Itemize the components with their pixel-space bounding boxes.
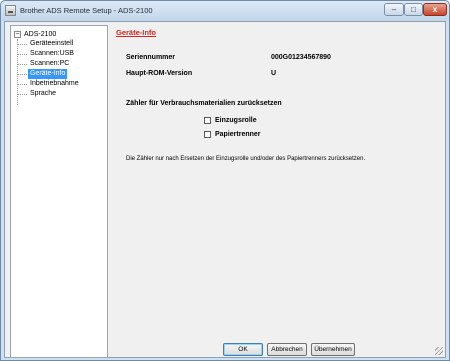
tree-item-sprache[interactable]: Sprache: [18, 89, 58, 99]
tree-item-label: Geräte-Info: [28, 69, 68, 79]
tree-item-geraete-info[interactable]: Geräte-Info: [18, 69, 68, 79]
tree-item-label: Inbetriebnahme: [30, 80, 79, 87]
ok-button[interactable]: OK: [223, 343, 263, 356]
resize-grip[interactable]: [435, 347, 443, 355]
reset-counter-title: Zähler für Verbrauchsmaterialien zurücks…: [126, 100, 282, 107]
tree-item-scannen-usb[interactable]: Scannen:USB: [18, 49, 76, 59]
pickup-roller-label: Einzugsrolle: [215, 117, 257, 124]
tree-root[interactable]: − ADS-2100: [14, 29, 56, 39]
title-bar[interactable]: Brother ADS Remote Setup - ADS-2100 – □ …: [1, 1, 449, 21]
pickup-roller-checkbox-row[interactable]: Einzugsrolle: [204, 117, 257, 124]
info-panel: Geräte-Info Seriennummer 000G01234567890…: [113, 22, 445, 340]
reset-note: Die Zähler nur nach Ersetzen der Einzugs…: [126, 156, 366, 162]
app-icon: [5, 5, 16, 16]
tree-item-label: Scannen:USB: [30, 50, 74, 57]
tree-item-inbetriebnahme[interactable]: Inbetriebnahme: [18, 79, 81, 89]
maximize-button[interactable]: □: [404, 3, 423, 16]
rom-version-label: Haupt-ROM-Version: [126, 70, 193, 77]
tree-item-geraeteeinstell[interactable]: Geräteeinstell: [18, 39, 75, 49]
collapse-icon[interactable]: −: [14, 30, 21, 38]
separation-pad-checkbox-row[interactable]: Papiertrenner: [204, 131, 261, 138]
tree-item-label: Geräteeinstell: [30, 40, 74, 47]
client-area: − ADS-2100 Geräteeinstell Scannen:USB Sc…: [4, 21, 446, 358]
apply-button[interactable]: Übernehmen: [311, 343, 355, 356]
tree-item-scannen-pc[interactable]: Scannen:PC: [18, 59, 71, 69]
tree-item-label: Sprache: [30, 90, 57, 97]
separation-pad-checkbox[interactable]: [204, 131, 211, 138]
app-window: Brother ADS Remote Setup - ADS-2100 – □ …: [0, 0, 450, 361]
tree-root-label: ADS-2100: [24, 30, 57, 38]
pickup-roller-checkbox[interactable]: [204, 117, 211, 124]
serial-number-value: 000G01234567890: [271, 54, 331, 61]
minimize-button[interactable]: –: [384, 3, 404, 16]
rom-version-value: U: [271, 70, 277, 77]
page-title: Geräte-Info: [116, 28, 157, 37]
separation-pad-label: Papiertrenner: [215, 131, 261, 138]
close-button[interactable]: x: [423, 3, 447, 16]
cancel-button[interactable]: Abbrechen: [267, 343, 307, 356]
serial-number-label: Seriennummer: [126, 54, 176, 61]
window-title: Brother ADS Remote Setup - ADS-2100: [20, 6, 153, 15]
tree-item-label: Scannen:PC: [30, 60, 70, 67]
settings-tree: − ADS-2100 Geräteeinstell Scannen:USB Sc…: [10, 25, 108, 358]
